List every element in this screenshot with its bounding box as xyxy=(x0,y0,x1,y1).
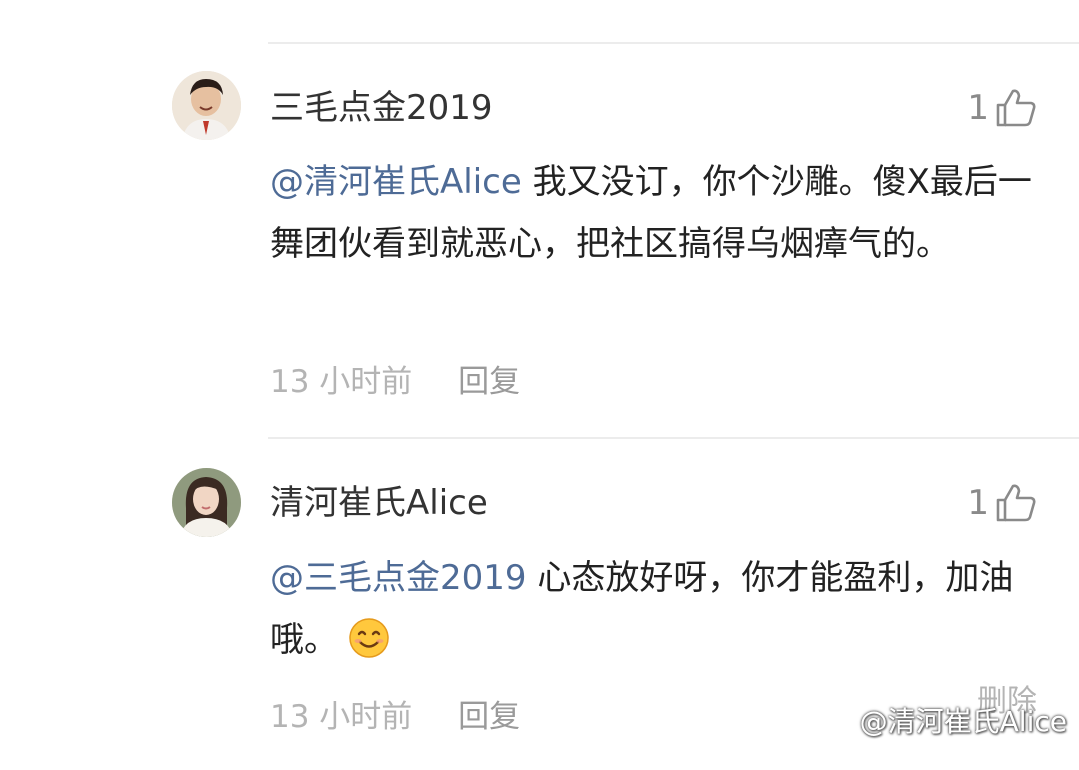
like-button[interactable]: 1 xyxy=(967,86,1037,130)
mention-link[interactable]: @三毛点金2019 xyxy=(270,558,527,598)
comment-username[interactable]: 三毛点金2019 xyxy=(270,86,493,130)
watermark: @清河崔氏Alice xyxy=(828,704,1067,740)
female-user-avatar-icon[interactable] xyxy=(172,468,241,537)
watermark-text: @清河崔氏Alice xyxy=(859,705,1067,738)
like-count: 1 xyxy=(967,483,989,523)
comment-body: @清河崔氏Alice 我又没订，你个沙雕。傻X最后一舞团伙看到就恶心，把社区搞得… xyxy=(270,151,1040,275)
comment-time: 13 小时前 xyxy=(270,699,413,735)
reply-button[interactable]: 回复 xyxy=(458,699,520,735)
like-count: 1 xyxy=(967,88,989,128)
smiling-face-emoji-icon xyxy=(348,617,390,659)
comment-time: 13 小时前 xyxy=(270,364,413,400)
comment-body: @三毛点金2019 心态放好呀，你才能盈利，加油哦。 xyxy=(270,547,1040,671)
comment-username[interactable]: 清河崔氏Alice xyxy=(270,481,488,525)
reply-button[interactable]: 回复 xyxy=(458,364,520,400)
mention-link[interactable]: @清河崔氏Alice xyxy=(270,162,522,202)
comment-meta: 13 小时前 回复 xyxy=(270,362,520,402)
thumbs-up-icon[interactable] xyxy=(995,88,1037,128)
comment-meta: 13 小时前 回复 xyxy=(270,697,520,737)
like-button[interactable]: 1 xyxy=(967,481,1037,525)
thumbs-up-icon[interactable] xyxy=(995,483,1037,523)
divider-middle xyxy=(268,437,1079,439)
divider-top xyxy=(268,42,1079,44)
male-user-avatar-icon[interactable] xyxy=(172,71,241,140)
weibo-icon xyxy=(828,708,856,736)
